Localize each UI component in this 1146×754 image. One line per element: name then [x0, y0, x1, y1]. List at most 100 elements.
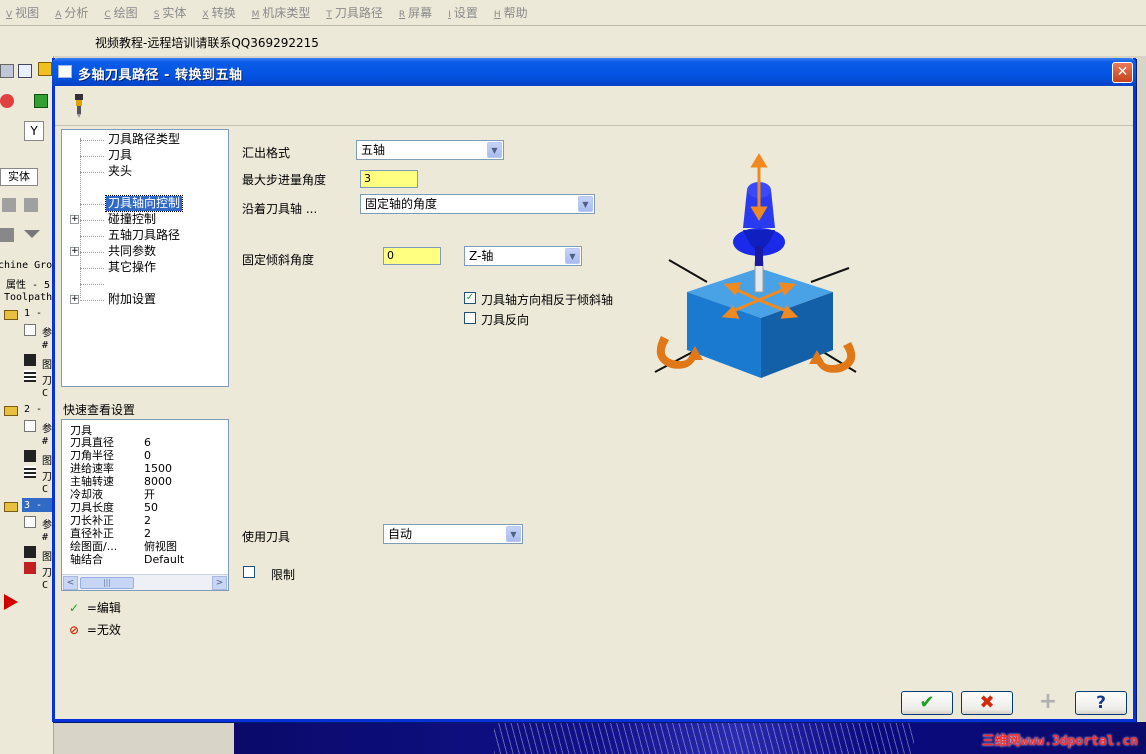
quickview-scrollbar[interactable]: < ||| > — [62, 574, 228, 590]
tree-properties[interactable]: 属性 - 5 — [6, 276, 50, 291]
scroll-right-button[interactable]: > — [212, 576, 227, 590]
add-button[interactable]: + — [1033, 691, 1063, 715]
use-tool-select[interactable]: 自动 ▼ — [383, 524, 523, 544]
menu-solid[interactable]: S 实体 — [154, 4, 187, 21]
quickview-row: 刀长补正 2 — [70, 514, 220, 527]
cancel-button[interactable]: ✖ — [961, 691, 1013, 715]
tree-item-tool[interactable]: 刀具 — [106, 148, 134, 163]
toolpath-icon — [24, 370, 36, 382]
tree-item-collision-control[interactable]: 碰撞控制 — [106, 212, 158, 227]
reverse-tilt-checkbox[interactable]: ✓ — [464, 292, 476, 304]
tree-op-2-params[interactable]: 参 — [42, 420, 52, 435]
menu-analysis[interactable]: A 分析 — [55, 4, 88, 21]
tree-item-5axis-toolpath[interactable]: 五轴刀具路径 — [106, 228, 182, 243]
quickview-label: 刀角半径 — [70, 449, 114, 462]
tree-machine-group[interactable]: chine Gro — [0, 260, 52, 271]
tree-expander[interactable]: + — [70, 215, 79, 224]
tree-expander[interactable]: + — [70, 247, 79, 256]
tree-op-3[interactable]: 3 - — [24, 500, 42, 511]
tree-item-additional-settings[interactable]: 附加设置 — [106, 292, 158, 307]
tree-item-other-ops[interactable]: 其它操作 — [106, 260, 158, 275]
tree-connector — [80, 300, 104, 301]
max-step-angle-input[interactable]: 3 — [360, 170, 418, 188]
toolpath-icon[interactable] — [0, 94, 14, 108]
params-icon — [24, 516, 36, 528]
fixed-tilt-angle-input[interactable]: 0 — [383, 247, 441, 265]
quickview-row: 刀角半径 0 — [70, 449, 220, 462]
tree-item-tool-axis-control[interactable]: 刀具轴向控制 — [104, 195, 184, 212]
ok-button[interactable]: ✔ — [901, 691, 953, 715]
tree-op-3-geometry[interactable]: 图 — [42, 548, 52, 563]
menu-screen[interactable]: R 屏幕 — [399, 4, 432, 21]
scroll-left-button[interactable]: < — [63, 576, 78, 590]
tab-solids[interactable]: 实体 — [0, 168, 38, 186]
bulb-icon[interactable] — [38, 62, 52, 76]
tree-op-1-params[interactable]: 参 — [42, 324, 52, 339]
menu-transform[interactable]: X 转换 — [202, 4, 235, 21]
quickview-value: 开 — [144, 488, 155, 501]
quickview-row: 绘图面/... 俯视图 — [70, 540, 220, 553]
tree-op-3-params[interactable]: 参 — [42, 516, 52, 531]
menu-help[interactable]: H 帮助 — [494, 4, 528, 21]
lock-icon[interactable] — [0, 228, 14, 242]
arrow-down-icon[interactable] — [24, 230, 40, 238]
use-tool-label: 使用刀具 — [242, 530, 291, 544]
chevron-down-icon[interactable]: ▼ — [565, 248, 580, 264]
filter-icon[interactable] — [2, 198, 16, 212]
tree-item-toolpath-type[interactable]: 刀具路径类型 — [106, 132, 182, 147]
tree-op-1-tool[interactable]: # — [42, 340, 48, 351]
chevron-down-icon[interactable]: ▼ — [578, 196, 593, 212]
tree-connector — [80, 172, 104, 173]
scroll-thumb[interactable]: ||| — [80, 577, 134, 589]
tree-op-3-toolpath[interactable]: 刀 — [42, 564, 52, 579]
quickview-row: 主轴转速 8000 — [70, 475, 220, 488]
tree-op-2-tool[interactable]: # — [42, 436, 48, 447]
tree-item-common-params[interactable]: 共同参数 — [106, 244, 158, 259]
tree-op-2-geometry[interactable]: 图 — [42, 452, 52, 467]
tree-connector — [80, 268, 104, 269]
tool-reverse-checkbox[interactable] — [464, 312, 476, 324]
toolbar-icon[interactable] — [0, 64, 14, 78]
close-button[interactable]: ✕ — [1112, 62, 1133, 83]
tree-op-2-toolpath[interactable]: 刀 — [42, 468, 52, 483]
tree-item-holder[interactable]: 夹头 — [106, 164, 134, 179]
menu-machine-type[interactable]: M 机床类型 — [252, 4, 311, 21]
tree-op-1-toolpath[interactable]: 刀 — [42, 372, 52, 387]
multiaxis-toolpath-dialog: 多轴刀具路径 - 转换到五轴 ✕ 刀具路径类型 刀具 夹头 刀具轴向控制 + 碰… — [52, 58, 1136, 722]
output-format-select[interactable]: 五轴 ▼ — [356, 140, 504, 160]
tree-expander[interactable]: + — [70, 295, 79, 304]
tool-icon[interactable] — [73, 94, 85, 118]
limit-checkbox[interactable] — [243, 566, 255, 578]
zoom-icon[interactable] — [18, 64, 32, 78]
tree-op-2-c[interactable]: C — [42, 484, 48, 495]
select-icon[interactable] — [34, 94, 48, 108]
tree-op-2[interactable]: 2 - — [24, 404, 42, 415]
chevron-down-icon[interactable]: ▼ — [487, 142, 502, 158]
menu-draw[interactable]: C 绘图 — [104, 4, 137, 21]
plane-y-box[interactable]: Y — [24, 121, 44, 141]
tree-op-1-c[interactable]: C — [42, 388, 48, 399]
notice-text: 视频教程-远程培训请联系QQ369292215 — [95, 36, 319, 50]
insert-arrow-icon[interactable] — [4, 594, 18, 610]
tilt-axis-select[interactable]: Z-轴 ▼ — [464, 246, 582, 266]
tree-op-3-tool[interactable]: # — [42, 532, 48, 543]
help-button[interactable]: ? — [1075, 691, 1127, 715]
along-tool-axis-select[interactable]: 固定轴的角度 ▼ — [360, 194, 595, 214]
quickview-value: 6 — [144, 436, 151, 449]
filter-clear-icon[interactable] — [24, 198, 38, 212]
tree-connector — [80, 156, 104, 157]
tool-reverse-label: 刀具反向 — [481, 313, 530, 327]
menu-settings[interactable]: I 设置 — [448, 4, 478, 21]
graphics-viewport[interactable]: 三维网www.3dportal.cn — [234, 722, 1146, 754]
window-icon — [58, 65, 72, 78]
tree-op-1-geometry[interactable]: 图 — [42, 356, 52, 371]
tree-toolpath-group[interactable]: Toolpath — [4, 292, 52, 303]
toolpath-icon — [24, 466, 36, 478]
menu-toolpaths[interactable]: T 刀具路径 — [326, 4, 383, 21]
chevron-down-icon[interactable]: ▼ — [506, 526, 521, 542]
quickview-value: 2 — [144, 514, 151, 527]
dialog-titlebar[interactable]: 多轴刀具路径 - 转换到五轴 ✕ — [52, 58, 1136, 86]
menu-view[interactable]: V 视图 — [6, 4, 39, 21]
tree-op-1[interactable]: 1 - — [24, 308, 42, 319]
tree-op-3-c[interactable]: C — [42, 580, 48, 591]
